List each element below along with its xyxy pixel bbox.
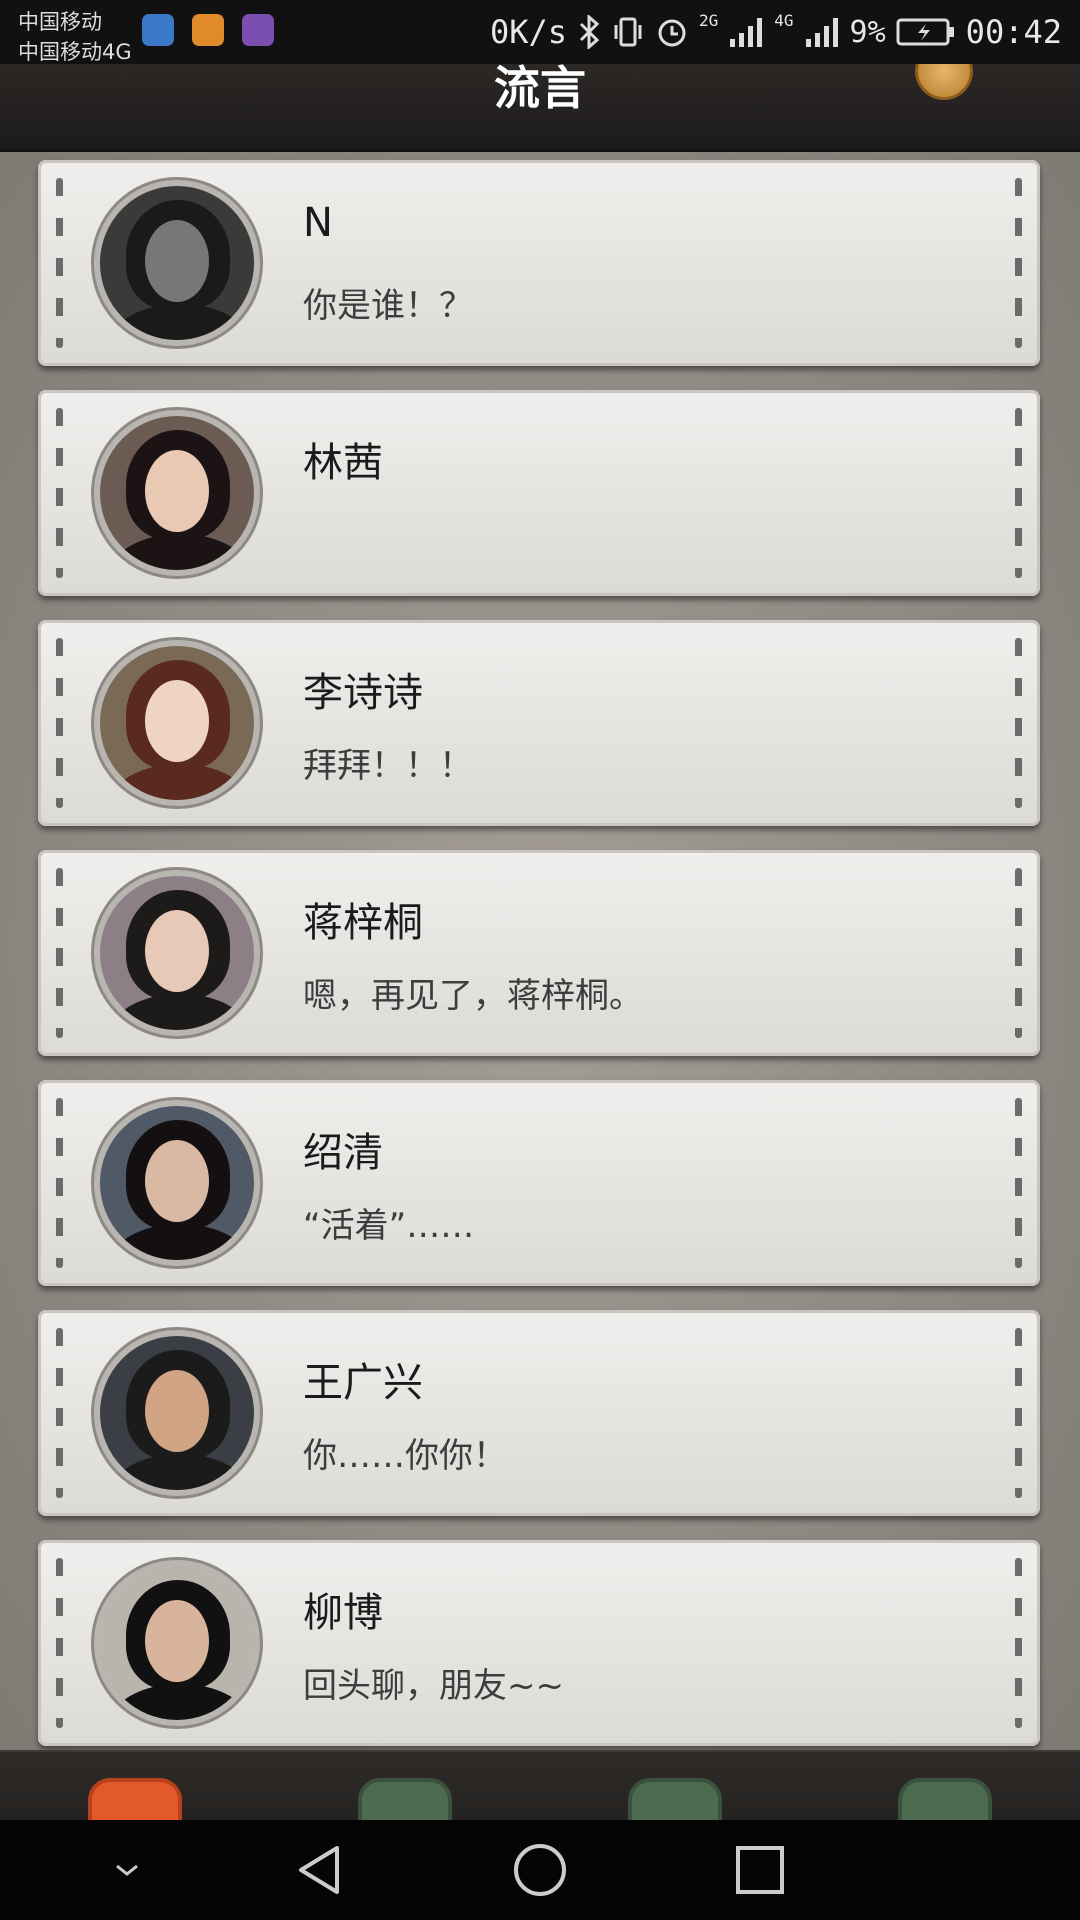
last-message: 嗯，再见了，蒋梓桐。 bbox=[303, 976, 643, 1016]
messages-tab[interactable] bbox=[88, 1778, 182, 1820]
home-icon[interactable] bbox=[505, 1840, 575, 1900]
notification-icons bbox=[142, 14, 274, 46]
avatar-face bbox=[145, 450, 209, 532]
status-bar: 中国移动 中国移动4G 0K/s 2G 4G 9% 00:42 bbox=[0, 0, 1080, 64]
contact-name: 王广兴 bbox=[303, 1360, 423, 1406]
conversation-card[interactable]: 林茜 bbox=[38, 390, 1040, 596]
avatar-body bbox=[110, 1454, 250, 1490]
contact-name: 李诗诗 bbox=[303, 670, 423, 716]
avatar-body bbox=[110, 994, 250, 1030]
vibrate-icon bbox=[614, 17, 642, 47]
battery-charging-icon bbox=[896, 18, 954, 46]
back-icon[interactable] bbox=[285, 1840, 355, 1900]
conversation-card[interactable]: N 你是谁！？ bbox=[38, 160, 1040, 366]
contact-name: 蒋梓桐 bbox=[303, 900, 423, 946]
avatar-body bbox=[110, 1224, 250, 1260]
conversation-card[interactable]: 蒋梓桐 嗯，再见了，蒋梓桐。 bbox=[38, 850, 1040, 1056]
signal-icon bbox=[805, 18, 838, 47]
avatar-face bbox=[145, 1140, 209, 1222]
avatar bbox=[94, 180, 260, 346]
avatar bbox=[94, 1560, 260, 1726]
last-message: 你是谁！？ bbox=[303, 286, 473, 326]
conversation-card[interactable]: 李诗诗 拜拜！！！ bbox=[38, 620, 1040, 826]
contact-name: 林茜 bbox=[303, 440, 383, 486]
conversation-card[interactable]: 王广兴 你……你你！ bbox=[38, 1310, 1040, 1516]
last-message: 你……你你！ bbox=[303, 1436, 507, 1476]
carrier-label: 中国移动 bbox=[18, 10, 102, 34]
contact-name: N bbox=[303, 200, 333, 246]
avatar bbox=[94, 1330, 260, 1496]
status-indicators: 0K/s 2G 4G 9% 00:42 bbox=[490, 10, 1062, 54]
avatar-body bbox=[110, 534, 250, 570]
avatar bbox=[94, 1100, 260, 1266]
avatar-face bbox=[145, 680, 209, 762]
contact-name: 柳博 bbox=[303, 1590, 383, 1636]
system-nav-bar bbox=[0, 1820, 1080, 1920]
bluetooth-icon bbox=[579, 15, 600, 49]
network-4g-label: 4G bbox=[774, 10, 794, 30]
last-message: “活着”…… bbox=[303, 1206, 475, 1246]
last-message: 回头聊，朋友~~ bbox=[303, 1666, 564, 1706]
recents-icon[interactable] bbox=[725, 1840, 795, 1900]
network-2g-label: 2G bbox=[699, 10, 719, 30]
contact-name: 绍清 bbox=[303, 1130, 383, 1176]
conversation-card[interactable]: 绍清 “活着”…… bbox=[38, 1080, 1040, 1286]
tab-bar bbox=[0, 1750, 1080, 1820]
battery-percent: 9% bbox=[849, 14, 886, 50]
avatar-face bbox=[145, 1370, 209, 1452]
last-message: 拜拜！！！ bbox=[303, 746, 473, 786]
app-notification-icon bbox=[142, 14, 174, 46]
app-notification-icon bbox=[192, 14, 224, 46]
chevron-down-icon[interactable] bbox=[92, 1840, 162, 1900]
avatar-body bbox=[110, 1684, 250, 1720]
avatar-face bbox=[145, 220, 209, 302]
avatar bbox=[94, 410, 260, 576]
signal-icon bbox=[730, 18, 763, 47]
chat-tab[interactable] bbox=[628, 1778, 722, 1820]
avatar-face bbox=[145, 910, 209, 992]
avatar bbox=[94, 870, 260, 1036]
app-header: 流言 bbox=[0, 64, 1080, 152]
conversation-list[interactable]: N 你是谁！？ 林茜 李诗诗 拜拜！！！ 蒋梓桐 嗯，再见了，蒋梓桐。 绍清 “… bbox=[0, 152, 1080, 1750]
net-speed: 0K/s bbox=[489, 13, 568, 51]
posts-tab[interactable] bbox=[358, 1778, 452, 1820]
carrier-label-4g: 中国移动4G bbox=[18, 40, 132, 64]
avatar-face bbox=[145, 1600, 209, 1682]
clock: 00:42 bbox=[965, 13, 1062, 51]
alarm-icon bbox=[658, 19, 686, 47]
app-notification-icon bbox=[242, 14, 274, 46]
conversation-card[interactable]: 柳博 回头聊，朋友~~ bbox=[38, 1540, 1040, 1746]
settings-tab[interactable] bbox=[898, 1778, 992, 1820]
avatar-body bbox=[110, 304, 250, 340]
avatar bbox=[94, 640, 260, 806]
avatar-body bbox=[110, 764, 250, 800]
